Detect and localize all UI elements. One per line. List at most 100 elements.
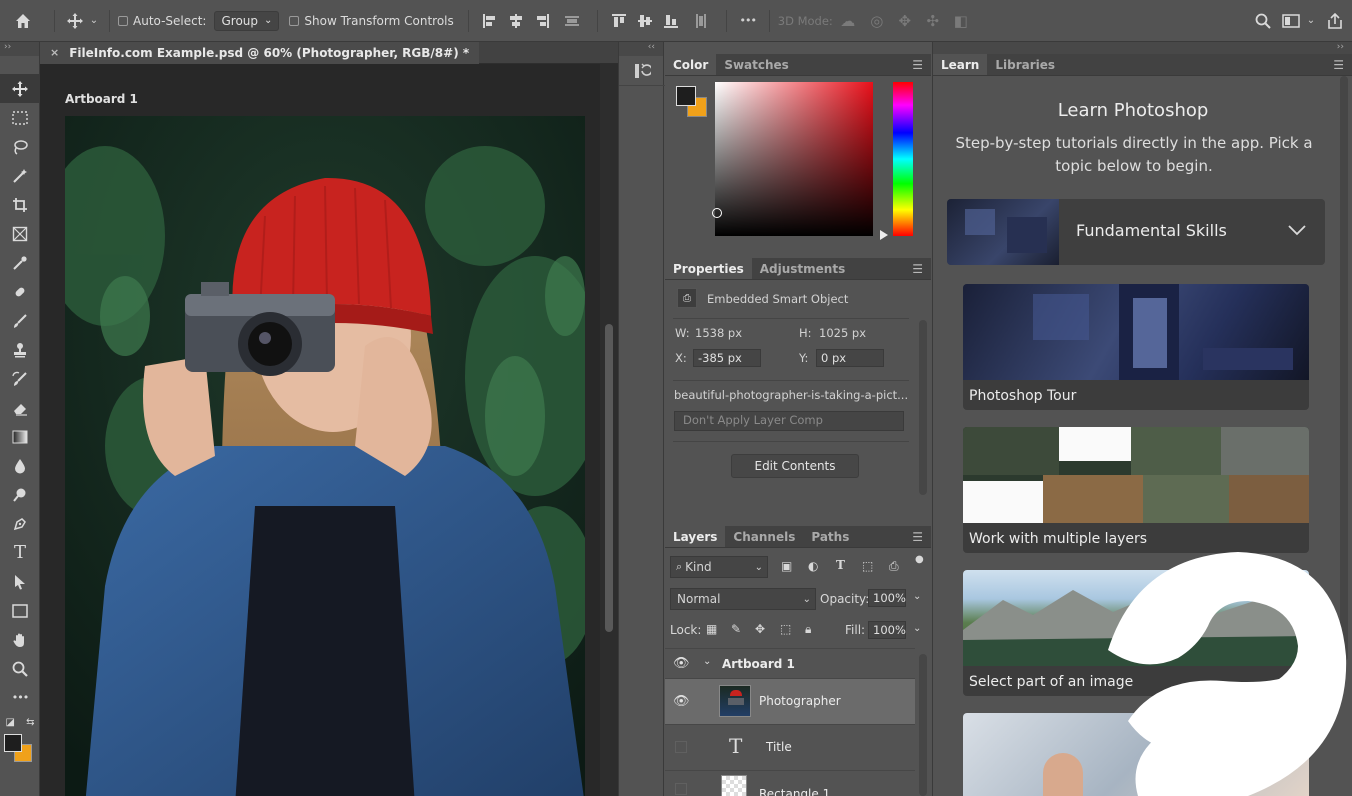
more-tools-icon[interactable]: •••: [0, 683, 40, 712]
collapse-dock-icon[interactable]: ››: [933, 42, 1352, 54]
tab-libraries[interactable]: Libraries: [987, 54, 1063, 75]
y-position-input[interactable]: 0 px: [816, 349, 884, 367]
tutorial-card-photoshop-tour[interactable]: Photoshop Tour: [963, 284, 1309, 410]
tab-adjustments[interactable]: Adjustments: [752, 258, 853, 279]
document-tab[interactable]: × FileInfo.com Example.psd @ 60% (Photog…: [40, 41, 480, 64]
brush-icon[interactable]: [0, 306, 40, 335]
edit-contents-button[interactable]: Edit Contents: [731, 454, 859, 478]
filter-pixel-icon[interactable]: ▣: [781, 559, 792, 573]
filter-shape-icon[interactable]: ⬚: [862, 559, 873, 573]
chevron-down-icon[interactable]: ⌄: [703, 656, 711, 667]
layer-row-photographer[interactable]: 👁︎ Photographer: [665, 678, 915, 724]
visibility-eye-icon[interactable]: 👁︎: [673, 656, 690, 671]
panel-menu-icon[interactable]: ☰: [1333, 58, 1344, 72]
show-transform-controls-checkbox[interactable]: Show Transform Controls: [289, 14, 454, 28]
eraser-icon[interactable]: [0, 393, 40, 422]
layer-row-rectangle[interactable]: Rectangle 1: [665, 770, 915, 796]
toolbar-collapse-icon[interactable]: ››: [0, 42, 39, 56]
chevron-down-icon[interactable]: ⌄: [1304, 7, 1318, 35]
color-picker-cursor[interactable]: [712, 208, 722, 218]
tab-swatches[interactable]: Swatches: [716, 54, 797, 75]
layer-row-title[interactable]: T Title: [665, 724, 915, 770]
blend-mode-dropdown[interactable]: Normal ⌄: [670, 588, 816, 610]
filter-toggle-icon[interactable]: ●: [915, 554, 924, 565]
home-icon[interactable]: [0, 7, 46, 35]
eyedropper-icon[interactable]: [0, 248, 40, 277]
tab-channels[interactable]: Channels: [725, 526, 803, 547]
panel-menu-icon[interactable]: ☰: [912, 530, 923, 544]
chevron-down-icon[interactable]: ⌄: [913, 591, 921, 602]
tab-properties[interactable]: Properties: [665, 258, 752, 279]
width-value[interactable]: 1538 px: [695, 326, 742, 340]
tab-layers[interactable]: Layers: [665, 526, 726, 547]
panel-menu-icon[interactable]: ☰: [912, 262, 923, 276]
history-panel-icon[interactable]: [619, 56, 665, 86]
foreground-color-swatch[interactable]: [4, 734, 22, 752]
align-left-icon[interactable]: [477, 7, 503, 35]
rectangle-icon[interactable]: [0, 596, 40, 625]
properties-scrollbar[interactable]: [919, 320, 927, 495]
more-options-icon[interactable]: •••: [735, 7, 761, 35]
tab-paths[interactable]: Paths: [803, 526, 857, 547]
frame-icon[interactable]: [0, 219, 40, 248]
clone-stamp-icon[interactable]: [0, 335, 40, 364]
visibility-toggle-off[interactable]: [675, 741, 687, 753]
foreground-background-swatch[interactable]: [0, 732, 39, 772]
close-tab-icon[interactable]: ×: [50, 46, 59, 59]
default-colors-icon[interactable]: ◪ ⇆: [0, 712, 40, 732]
history-brush-icon[interactable]: [0, 364, 40, 393]
layers-scrollbar[interactable]: [919, 654, 927, 796]
lock-position-icon[interactable]: ✥: [755, 622, 765, 636]
chevron-down-icon[interactable]: ⌄: [87, 7, 101, 35]
lock-transparent-icon[interactable]: ▦: [706, 622, 717, 636]
lock-all-icon[interactable]: 🔒︎: [805, 622, 811, 637]
opacity-input[interactable]: 100%: [868, 589, 906, 607]
x-position-input[interactable]: -385 px: [693, 349, 761, 367]
3d-slide-icon[interactable]: ✣: [919, 7, 947, 35]
tab-learn[interactable]: Learn: [933, 54, 988, 75]
move-tool-icon[interactable]: [0, 74, 40, 103]
align-right-icon[interactable]: [529, 7, 555, 35]
3d-roll-icon[interactable]: ◎: [863, 7, 891, 35]
type-icon[interactable]: T: [0, 538, 40, 567]
distribute-horizontal-icon[interactable]: [684, 7, 718, 35]
distribute-vertical-icon[interactable]: [555, 7, 589, 35]
color-picker-field[interactable]: [712, 82, 873, 236]
align-bottom-icon[interactable]: [658, 7, 684, 35]
lock-artboard-icon[interactable]: ⬚: [780, 622, 791, 636]
zoom-icon[interactable]: [0, 654, 40, 683]
healing-brush-icon[interactable]: [0, 277, 40, 306]
fill-input[interactable]: 100%: [868, 621, 906, 639]
pen-icon[interactable]: [0, 509, 40, 538]
dodge-icon[interactable]: [0, 480, 40, 509]
auto-select-dropdown[interactable]: Group ⌄: [214, 10, 280, 31]
tab-color[interactable]: Color: [665, 54, 717, 75]
visibility-eye-icon[interactable]: 👁︎: [673, 694, 690, 709]
blur-icon[interactable]: [0, 451, 40, 480]
3d-pan-icon[interactable]: ✥: [891, 7, 919, 35]
filter-smart-object-icon[interactable]: ⎙: [889, 559, 899, 574]
visibility-toggle-off[interactable]: [675, 783, 687, 795]
3d-orbit-icon[interactable]: ☁: [833, 7, 863, 35]
lock-image-icon[interactable]: ✎: [731, 622, 741, 636]
foreground-color-swatch[interactable]: [676, 86, 696, 106]
hand-icon[interactable]: [0, 625, 40, 654]
chevron-down-icon[interactable]: [1287, 217, 1307, 241]
fundamental-skills-section[interactable]: Fundamental Skills: [947, 199, 1325, 265]
crop-icon[interactable]: [0, 190, 40, 219]
align-top-icon[interactable]: [606, 7, 632, 35]
filter-type-icon[interactable]: T: [836, 558, 845, 572]
workspace-icon[interactable]: [1278, 7, 1304, 35]
align-center-horizontal-icon[interactable]: [503, 7, 529, 35]
lasso-icon[interactable]: [0, 132, 40, 161]
magic-wand-icon[interactable]: [0, 161, 40, 190]
panel-menu-icon[interactable]: ☰: [912, 58, 923, 72]
hue-slider[interactable]: [893, 82, 913, 236]
artboard-label[interactable]: Artboard 1: [65, 92, 138, 106]
path-selection-icon[interactable]: [0, 567, 40, 596]
scrollbar-thumb[interactable]: [605, 324, 613, 632]
layer-filter-dropdown[interactable]: ⌕ Kind ⌄: [670, 556, 768, 578]
chevron-down-icon[interactable]: ⌄: [913, 623, 921, 634]
document-scrollbar[interactable]: [600, 64, 618, 796]
share-icon[interactable]: [1318, 7, 1352, 35]
